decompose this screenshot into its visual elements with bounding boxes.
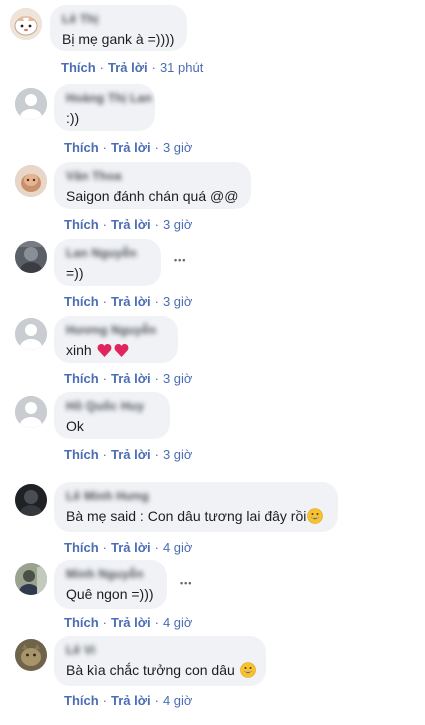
comment-author[interactable]: Hồ Quốc Huy [66, 398, 158, 414]
reply-button[interactable]: Trả lời [111, 294, 151, 309]
avatar[interactable] [10, 8, 42, 40]
comment-bubble: Lê Vi Bà kìa chắc tưởng con dâu [54, 636, 266, 686]
like-button[interactable]: Thích [64, 540, 99, 555]
comment-actions: Thích · Trả lời · 4 giờ [64, 540, 192, 556]
comment-author[interactable]: Lê Minh Hưng [66, 488, 326, 504]
comment-text-content: Bà mẹ said : Con dâu tương lai đây rồi [66, 508, 307, 524]
timestamp[interactable]: 4 giờ [163, 693, 193, 708]
reply-button[interactable]: Trả lời [111, 140, 151, 155]
comment-text-content: Bà kìa chắc tưởng con dâu [66, 662, 235, 678]
grinning-face-icon [307, 508, 324, 528]
timestamp[interactable]: 31 phút [160, 60, 203, 75]
separator: · [154, 615, 159, 630]
separator: · [102, 693, 108, 708]
like-button[interactable]: Thích [64, 371, 99, 386]
comment-actions: Thích · Trả lời · 3 giờ [64, 294, 192, 310]
comment-actions: Thích · Trả lời · 3 giờ [64, 371, 192, 387]
comment-bubble: Hoàng Thị Lan :)) [54, 84, 155, 131]
separator: · [99, 60, 105, 75]
avatar[interactable] [15, 639, 47, 671]
comment-text-content: xinh [66, 342, 92, 358]
comment-actions: Thích · Trả lời · 4 giờ [64, 693, 192, 709]
avatar[interactable] [15, 241, 47, 273]
like-button[interactable]: Thích [64, 693, 99, 708]
comment-bubble: Lan Nguyễn =)) [54, 239, 161, 286]
timestamp[interactable]: 4 giờ [163, 615, 193, 630]
avatar[interactable] [15, 318, 47, 350]
separator: · [151, 60, 156, 75]
comment-text: =)) [66, 265, 84, 281]
comment-author[interactable]: Lê Vi [66, 642, 254, 658]
separator: · [154, 447, 159, 462]
comment-bubble: Minh Nguyễn Quê ngon =))) [54, 560, 167, 609]
timestamp[interactable]: 3 giờ [163, 371, 193, 386]
timestamp[interactable]: 3 giờ [163, 140, 193, 155]
comment-author[interactable]: Lê Thị [62, 11, 175, 27]
comment-bubble: Hồ Quốc Huy Ok [54, 392, 170, 439]
reply-button[interactable]: Trả lời [111, 540, 151, 555]
avatar[interactable] [15, 88, 47, 120]
more-options-icon[interactable]: ••• [174, 255, 186, 265]
comment-text: Ok [66, 418, 84, 434]
separator: · [102, 294, 108, 309]
comment-actions: Thích · Trả lời · 4 giờ [64, 615, 192, 631]
like-button[interactable]: Thích [64, 294, 99, 309]
separator: · [154, 371, 159, 386]
comment-actions: Thích · Trả lời · 3 giờ [64, 217, 192, 233]
separator: · [102, 540, 108, 555]
separator: · [154, 217, 159, 232]
reply-button[interactable]: Trả lời [108, 60, 148, 75]
comment-bubble: Lê Minh Hưng Bà mẹ said : Con dâu tương … [54, 482, 338, 532]
separator: · [154, 693, 159, 708]
separator: · [154, 540, 159, 555]
timestamp[interactable]: 3 giờ [163, 447, 193, 462]
comment-text: xinh [66, 341, 166, 362]
timestamp[interactable]: 3 giờ [163, 217, 193, 232]
separator: · [102, 371, 108, 386]
heart-icon [97, 343, 129, 362]
comment-actions: Thích · Trả lời · 3 giờ [64, 447, 192, 463]
grinning-face-icon [239, 662, 256, 682]
timestamp[interactable]: 3 giờ [163, 294, 193, 309]
comment-text: Quê ngon =))) [66, 586, 154, 602]
avatar[interactable] [15, 165, 47, 197]
comment-text: Bà mẹ said : Con dâu tương lai đây rồi [66, 507, 326, 528]
comment-text: Bị mẹ gank à =)))) [62, 31, 175, 47]
comment-author[interactable]: Hương Nguyễn [66, 322, 166, 338]
avatar[interactable] [15, 484, 47, 516]
like-button[interactable]: Thích [64, 615, 99, 630]
avatar[interactable] [15, 563, 47, 595]
comment-text: :)) [66, 110, 80, 126]
comment-author[interactable]: Hoàng Thị Lan [66, 90, 152, 106]
comment-bubble: Hương Nguyễn xinh [54, 316, 178, 363]
like-button[interactable]: Thích [64, 140, 99, 155]
reply-button[interactable]: Trả lời [111, 217, 151, 232]
separator: · [102, 615, 108, 630]
separator: · [102, 140, 108, 155]
reply-button[interactable]: Trả lời [111, 615, 151, 630]
reply-button[interactable]: Trả lời [111, 693, 151, 708]
comment-text: Bà kìa chắc tưởng con dâu [66, 661, 256, 682]
separator: · [154, 140, 159, 155]
like-button[interactable]: Thích [64, 217, 99, 232]
more-options-icon[interactable]: ••• [180, 578, 192, 588]
timestamp[interactable]: 4 giờ [163, 540, 193, 555]
comment-bubble: Lê Thị Bị mẹ gank à =)))) [50, 5, 187, 51]
avatar[interactable] [15, 396, 47, 428]
separator: · [102, 447, 108, 462]
separator: · [154, 294, 159, 309]
reply-button[interactable]: Trả lời [111, 371, 151, 386]
reply-button[interactable]: Trả lời [111, 447, 151, 462]
comment-author[interactable]: Lan Nguyễn [66, 245, 149, 261]
comment-actions: Thích · Trả lời · 31 phút [61, 60, 203, 76]
comment-author[interactable]: Minh Nguyễn [66, 566, 155, 582]
like-button[interactable]: Thích [61, 60, 96, 75]
comment-bubble: Văn Thoa Saigon đánh chán quá @@ [54, 162, 251, 209]
separator: · [102, 217, 108, 232]
comment-text: Saigon đánh chán quá @@ [66, 188, 239, 204]
comment-author[interactable]: Văn Thoa [66, 168, 239, 184]
like-button[interactable]: Thích [64, 447, 99, 462]
comment-actions: Thích · Trả lời · 3 giờ [64, 140, 192, 156]
